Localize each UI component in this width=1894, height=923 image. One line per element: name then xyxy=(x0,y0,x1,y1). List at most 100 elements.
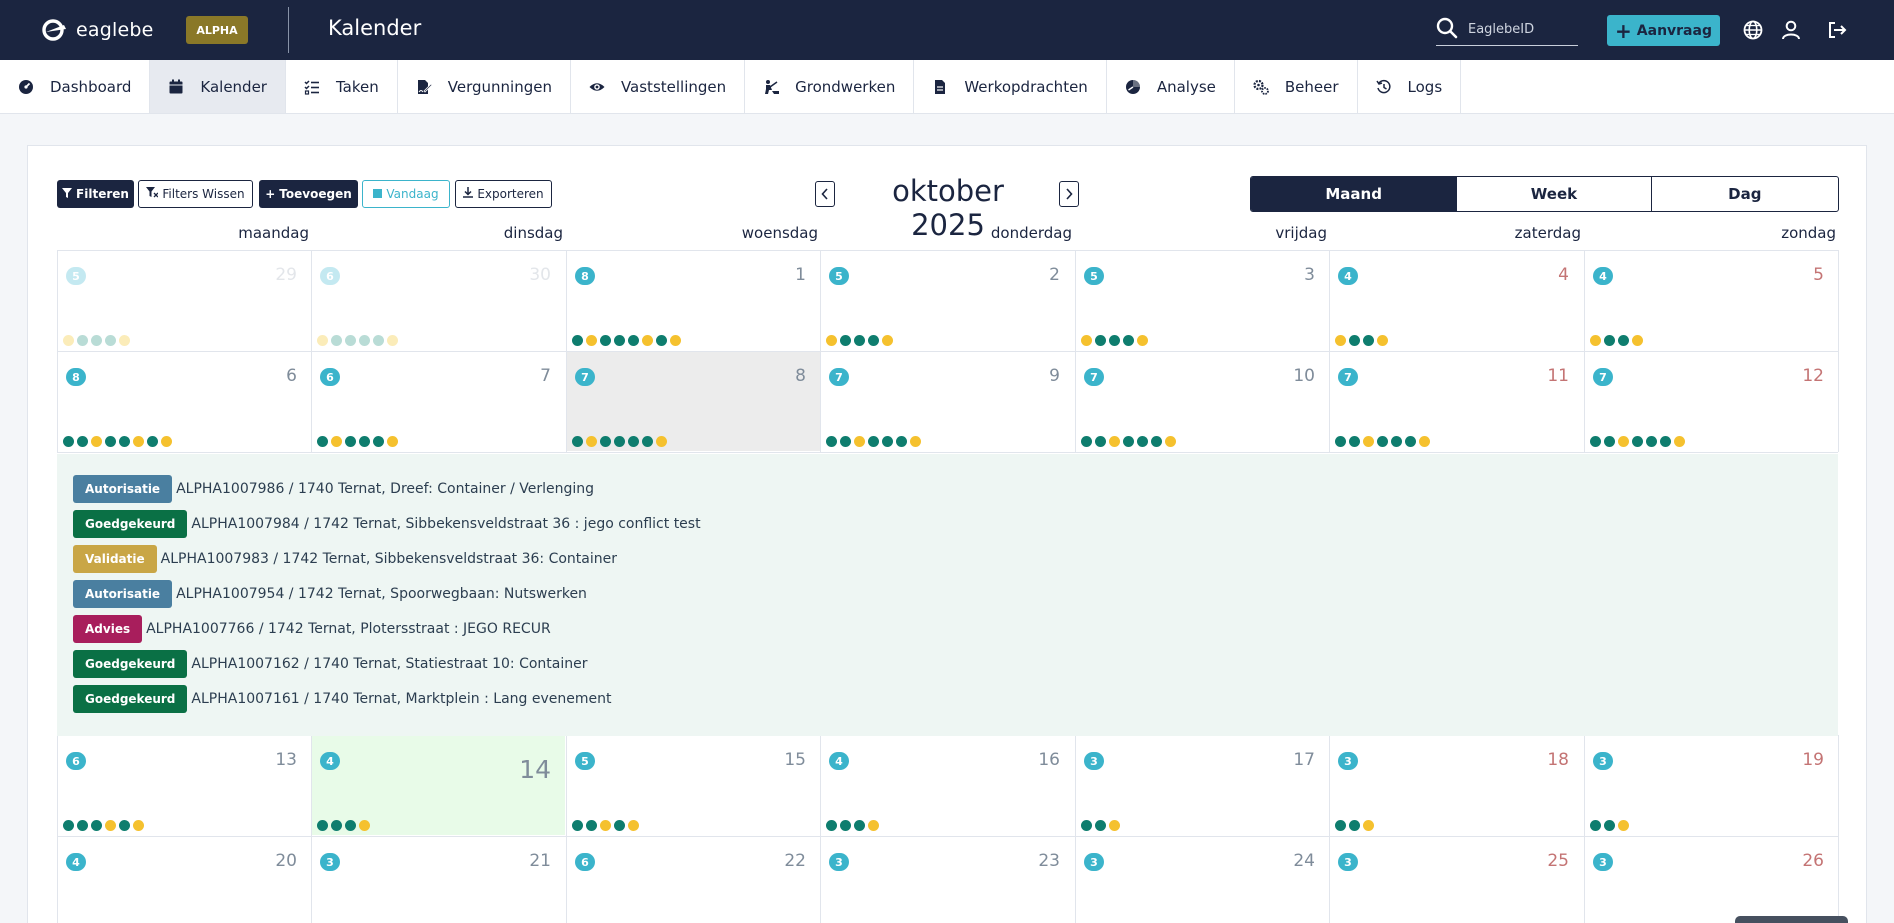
event-dot[interactable] xyxy=(1419,436,1430,447)
calendar-day-cell[interactable]: 3 21 xyxy=(311,836,565,923)
event-count-badge[interactable]: 4 xyxy=(1593,267,1613,285)
event-dot[interactable] xyxy=(133,820,144,831)
event-dot[interactable] xyxy=(1646,436,1657,447)
event-dot[interactable] xyxy=(840,436,851,447)
calendar-day-cell[interactable]: 3 25 xyxy=(1329,836,1583,923)
event-count-badge[interactable]: 7 xyxy=(575,368,595,386)
event-dot[interactable] xyxy=(1590,820,1601,831)
event-dot[interactable] xyxy=(854,335,865,346)
event-count-badge[interactable]: 6 xyxy=(320,368,340,386)
event-dot[interactable] xyxy=(882,436,893,447)
export-button[interactable]: Exporteren xyxy=(455,180,552,208)
event-dot[interactable] xyxy=(656,335,667,346)
event-dot[interactable] xyxy=(600,436,611,447)
calendar-day-cell[interactable]: 5 29 xyxy=(57,250,311,350)
calendar-day-cell[interactable]: 6 13 xyxy=(57,735,311,835)
event-dot[interactable] xyxy=(331,335,342,346)
event-count-badge[interactable]: 6 xyxy=(575,853,595,871)
calendar-day-cell[interactable]: 3 26 xyxy=(1584,836,1838,923)
calendar-day-cell[interactable]: 7 10 xyxy=(1075,351,1329,451)
previous-month-button[interactable] xyxy=(815,181,835,207)
event-title-link[interactable]: ALPHA1007984 / 1742 Ternat, Sibbekensvel… xyxy=(191,516,700,532)
calendar-day-cell[interactable]: 44 xyxy=(1329,250,1583,350)
calendar-day-cell[interactable]: 3 24 xyxy=(1075,836,1329,923)
event-dot[interactable] xyxy=(586,335,597,346)
event-dot[interactable] xyxy=(1123,436,1134,447)
event-dot[interactable] xyxy=(826,335,837,346)
event-dot[interactable] xyxy=(1109,335,1120,346)
event-dot[interactable] xyxy=(105,436,116,447)
event-dot[interactable] xyxy=(331,436,342,447)
event-dot[interactable] xyxy=(63,335,74,346)
event-dot[interactable] xyxy=(868,335,879,346)
event-dot[interactable] xyxy=(868,436,879,447)
add-button[interactable]: + Toevoegen xyxy=(259,180,358,208)
event-dot[interactable] xyxy=(119,820,130,831)
event-dot[interactable] xyxy=(1151,436,1162,447)
calendar-day-cell[interactable]: 3 17 xyxy=(1075,735,1329,835)
event-dot[interactable] xyxy=(854,820,865,831)
calendar-day-cell[interactable]: 45 xyxy=(1584,250,1838,350)
event-count-badge[interactable]: 4 xyxy=(829,752,849,770)
filter-button[interactable]: Filteren xyxy=(57,180,134,208)
event-dot[interactable] xyxy=(345,436,356,447)
calendar-day-cell[interactable]: 5 15 xyxy=(566,735,820,835)
event-dot[interactable] xyxy=(1674,436,1685,447)
calendar-day-cell[interactable]: 6 30 xyxy=(311,250,565,350)
event-title-link[interactable]: ALPHA1007983 / 1742 Ternat, Sibbekensvel… xyxy=(161,551,617,567)
event-dot[interactable] xyxy=(1604,820,1615,831)
event-dot[interactable] xyxy=(1109,820,1120,831)
event-dot[interactable] xyxy=(1081,335,1092,346)
event-dot[interactable] xyxy=(1137,335,1148,346)
event-count-badge[interactable]: 3 xyxy=(1084,853,1104,871)
view-month-button[interactable]: Maand xyxy=(1251,177,1458,211)
event-count-badge[interactable]: 6 xyxy=(320,267,340,285)
event-dot[interactable] xyxy=(331,820,342,831)
event-dot[interactable] xyxy=(1081,820,1092,831)
event-dot[interactable] xyxy=(826,820,837,831)
globe-icon[interactable] xyxy=(1742,19,1764,41)
event-dot[interactable] xyxy=(147,436,158,447)
today-button[interactable]: Vandaag xyxy=(362,180,450,208)
event-dot[interactable] xyxy=(105,335,116,346)
event-dot[interactable] xyxy=(1618,436,1629,447)
clear-filters-button[interactable]: Filters Wissen xyxy=(138,180,253,208)
event-dot[interactable] xyxy=(317,820,328,831)
event-count-badge[interactable]: 3 xyxy=(1338,853,1358,871)
event-dot[interactable] xyxy=(1363,436,1374,447)
event-dot[interactable] xyxy=(1335,335,1346,346)
event-dot[interactable] xyxy=(1632,436,1643,447)
event-dot[interactable] xyxy=(387,436,398,447)
event-dot[interactable] xyxy=(1137,436,1148,447)
event-title-link[interactable]: ALPHA1007162 / 1740 Ternat, Statiestraat… xyxy=(191,656,587,672)
calendar-day-cell[interactable]: 81 xyxy=(566,250,820,350)
calendar-day-cell[interactable]: 86 xyxy=(57,351,311,451)
event-dot[interactable] xyxy=(1405,436,1416,447)
calendar-day-cell[interactable]: 67 xyxy=(311,351,565,451)
event-dot[interactable] xyxy=(1335,436,1346,447)
nav-werkopdrachten[interactable]: Werkopdrachten xyxy=(914,60,1107,113)
event-title-link[interactable]: ALPHA1007161 / 1740 Ternat, Marktplein :… xyxy=(191,691,611,707)
event-dot[interactable] xyxy=(91,436,102,447)
event-dot[interactable] xyxy=(614,335,625,346)
event-dot[interactable] xyxy=(1632,335,1643,346)
event-count-badge[interactable]: 7 xyxy=(1084,368,1104,386)
event-dot[interactable] xyxy=(910,436,921,447)
event-count-badge[interactable]: 5 xyxy=(829,267,849,285)
event-dot[interactable] xyxy=(586,820,597,831)
event-count-badge[interactable]: 3 xyxy=(1338,752,1358,770)
event-dot[interactable] xyxy=(133,436,144,447)
event-dot[interactable] xyxy=(896,436,907,447)
calendar-day-cell[interactable]: 52 xyxy=(820,250,1074,350)
event-dot[interactable] xyxy=(1590,335,1601,346)
logout-icon[interactable] xyxy=(1826,19,1848,41)
event-title-link[interactable]: ALPHA1007986 / 1740 Ternat, Dreef: Conta… xyxy=(176,481,594,497)
event-count-badge[interactable]: 3 xyxy=(1593,853,1613,871)
event-dot[interactable] xyxy=(628,820,639,831)
event-dot[interactable] xyxy=(345,820,356,831)
event-count-badge[interactable]: 7 xyxy=(1338,368,1358,386)
event-dot[interactable] xyxy=(868,820,879,831)
event-dot[interactable] xyxy=(1590,436,1601,447)
user-icon[interactable] xyxy=(1780,19,1802,41)
event-dot[interactable] xyxy=(1604,335,1615,346)
